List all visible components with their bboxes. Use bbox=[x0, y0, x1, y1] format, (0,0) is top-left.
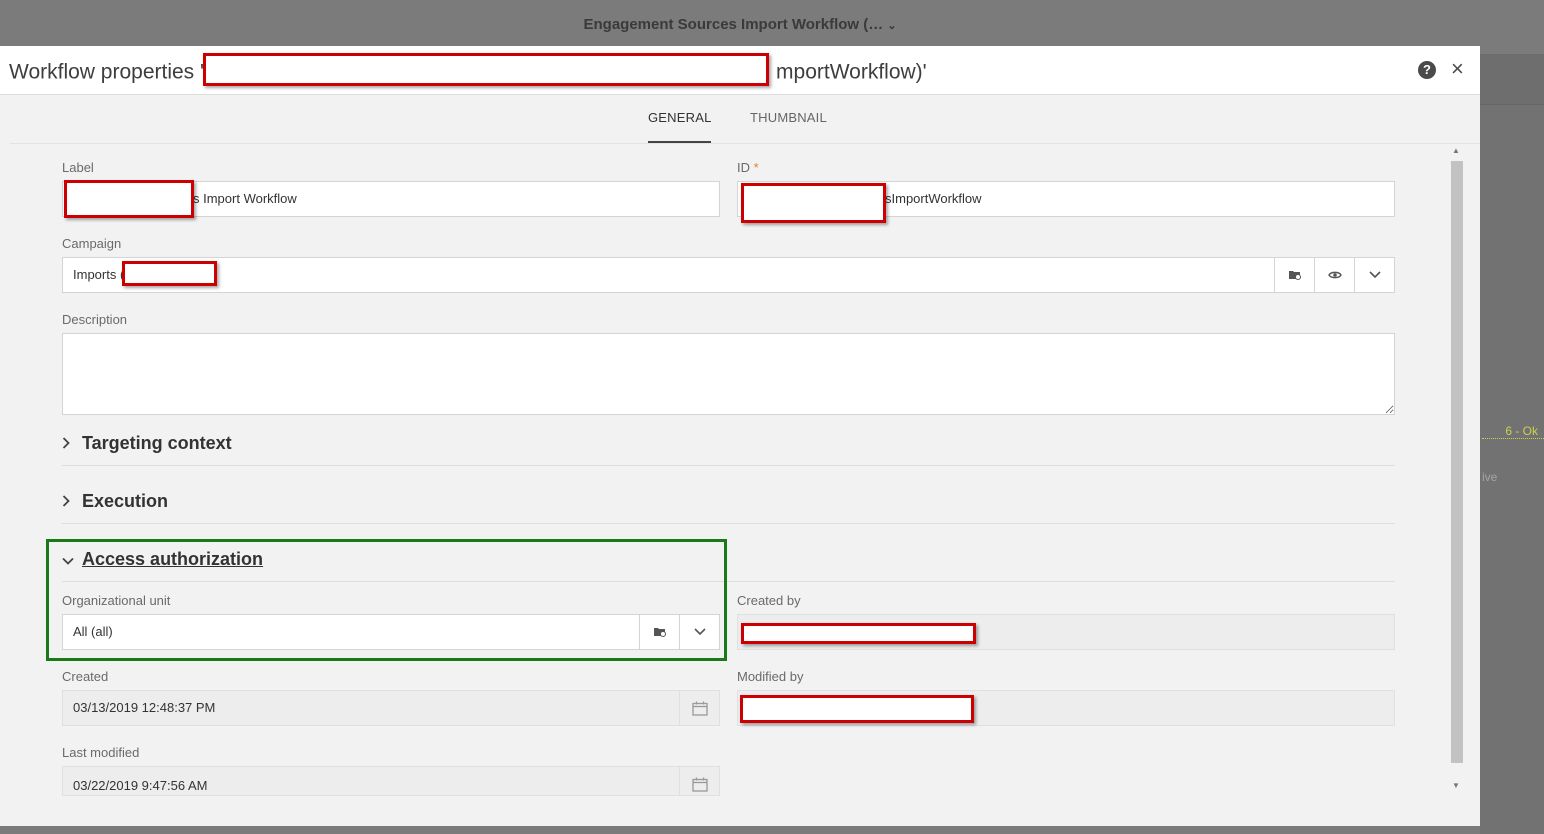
campaign-value: Imports ( bbox=[73, 267, 125, 282]
calendar-icon bbox=[691, 701, 708, 716]
redaction-box bbox=[741, 623, 976, 644]
background-panel bbox=[1480, 54, 1544, 834]
created-date-field: 03/13/2019 12:48:37 PM bbox=[62, 690, 720, 726]
org-unit-value: All (all) bbox=[73, 624, 113, 639]
window-title-text: Engagement Sources Import Workflow (… bbox=[583, 16, 884, 33]
scroll-down-arrow-icon[interactable]: ▼ bbox=[1452, 781, 1460, 790]
created-calendar-button bbox=[679, 690, 719, 726]
chevron-down-icon bbox=[62, 552, 76, 568]
redaction-box bbox=[64, 180, 194, 218]
redaction-box bbox=[203, 53, 769, 86]
section-access-authorization[interactable]: Access authorization bbox=[62, 549, 263, 570]
created-by-field-label: Created by bbox=[737, 593, 801, 608]
tab-bar: GENERAL THUMBNAIL bbox=[0, 95, 1480, 143]
chevron-down-icon: ⌄ bbox=[887, 20, 897, 32]
eye-icon bbox=[1327, 271, 1342, 279]
description-textarea[interactable] bbox=[62, 333, 1395, 415]
campaign-dropdown-button[interactable] bbox=[1354, 257, 1394, 293]
background-window-title: Engagement Sources Import Workflow (… ⌄ bbox=[0, 16, 1480, 33]
section-access-label: Access authorization bbox=[82, 549, 264, 569]
dialog-title-suffix: mportWorkflow)' bbox=[776, 60, 927, 84]
help-icon[interactable]: ? bbox=[1418, 61, 1436, 79]
org-unit-dropdown-button[interactable] bbox=[679, 614, 719, 650]
background-partial-text: ive bbox=[1482, 470, 1498, 484]
campaign-select[interactable]: Imports ( bbox=[62, 257, 1395, 293]
scroll-up-arrow-icon[interactable]: ▲ bbox=[1452, 146, 1460, 155]
chevron-right-icon bbox=[62, 494, 76, 510]
section-execution-label: Execution bbox=[82, 491, 169, 511]
campaign-preview-button[interactable] bbox=[1314, 257, 1354, 293]
required-marker: * bbox=[753, 160, 759, 175]
section-execution[interactable]: Execution bbox=[62, 491, 168, 512]
redaction-box bbox=[122, 261, 217, 286]
chevron-down-icon bbox=[1368, 271, 1381, 279]
org-unit-folder-button[interactable] bbox=[639, 614, 679, 650]
description-field-label: Description bbox=[62, 312, 128, 327]
redaction-box bbox=[740, 695, 974, 723]
last-modified-date-field: 03/22/2019 9:47:56 AM bbox=[62, 766, 720, 796]
label-field-label: Label bbox=[62, 160, 94, 175]
calendar-icon bbox=[691, 777, 708, 792]
tab-general[interactable]: GENERAL bbox=[648, 110, 712, 125]
created-field-label: Created bbox=[62, 669, 109, 684]
folder-icon bbox=[1288, 271, 1301, 281]
dialog-title-prefix: Workflow properties 'E bbox=[9, 60, 219, 84]
campaign-field-label: Campaign bbox=[62, 236, 122, 251]
chevron-right-icon bbox=[62, 436, 76, 452]
org-unit-select[interactable]: All (all) bbox=[62, 614, 720, 650]
section-divider bbox=[62, 523, 1395, 524]
tabs-divider bbox=[10, 143, 1480, 144]
modified-by-field-label: Modified by bbox=[737, 669, 804, 684]
id-field-label: ID * bbox=[737, 160, 759, 175]
tab-thumbnail[interactable]: THUMBNAIL bbox=[750, 110, 827, 125]
background-status-ok: 6 - Ok bbox=[1482, 424, 1544, 439]
last-modified-calendar-button bbox=[679, 767, 719, 795]
section-divider bbox=[62, 581, 1395, 582]
id-label-text: ID bbox=[737, 160, 750, 175]
redaction-box bbox=[741, 183, 886, 223]
chevron-down-icon bbox=[693, 628, 706, 636]
section-targeting-context[interactable]: Targeting context bbox=[62, 433, 232, 454]
section-divider bbox=[62, 465, 1395, 466]
section-targeting-label: Targeting context bbox=[82, 433, 232, 453]
org-unit-field-label: Organizational unit bbox=[62, 593, 171, 608]
folder-icon bbox=[653, 628, 666, 638]
background-toolbar bbox=[1480, 54, 1544, 105]
close-icon[interactable]: × bbox=[1451, 56, 1464, 82]
created-date-value: 03/13/2019 12:48:37 PM bbox=[73, 700, 216, 715]
campaign-folder-button[interactable] bbox=[1274, 257, 1314, 293]
scrollbar-thumb[interactable] bbox=[1451, 161, 1463, 763]
last-modified-date-value: 03/22/2019 9:47:56 AM bbox=[73, 778, 208, 793]
last-modified-field-label: Last modified bbox=[62, 745, 140, 760]
